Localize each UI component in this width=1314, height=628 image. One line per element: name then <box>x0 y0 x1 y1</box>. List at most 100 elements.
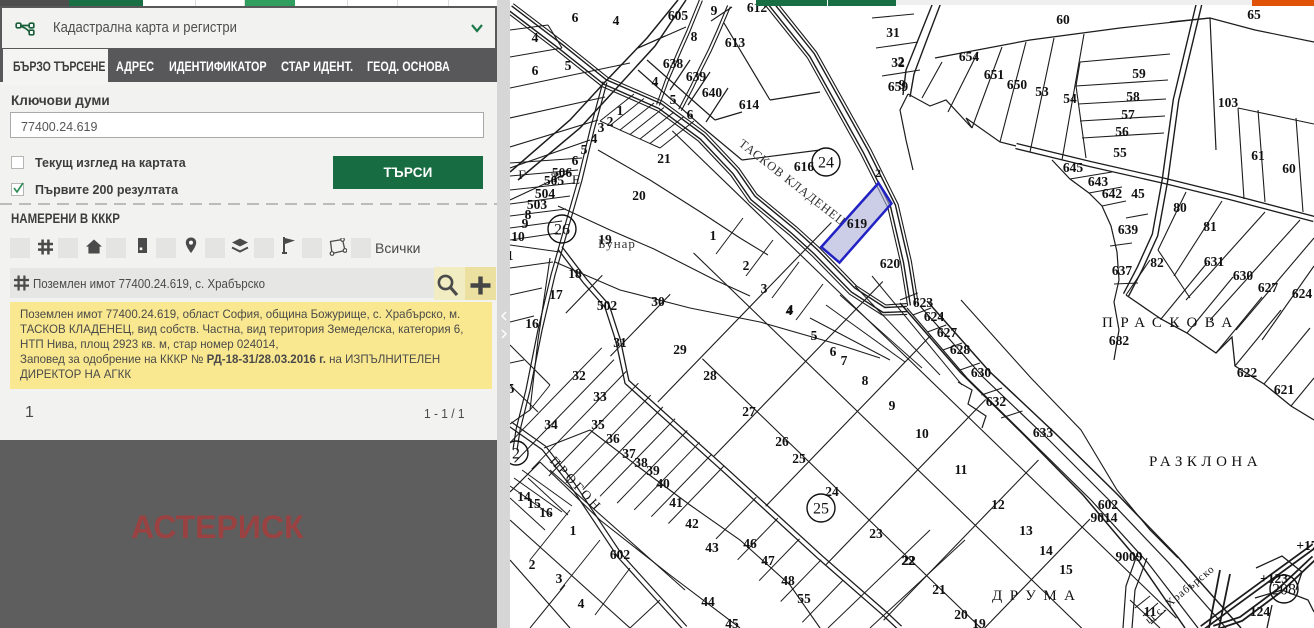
svg-text:36: 36 <box>606 431 620 446</box>
svg-text:633: 633 <box>1033 425 1054 440</box>
svg-text:4: 4 <box>578 596 585 611</box>
svg-text:6: 6 <box>572 153 579 168</box>
svg-text:631: 631 <box>1204 254 1225 269</box>
svg-text:682: 682 <box>1109 333 1130 348</box>
svg-text:Т: Т <box>551 170 559 185</box>
svg-text:44: 44 <box>701 594 715 609</box>
svg-text:ПРАСКОВА: ПРАСКОВА <box>1102 315 1240 331</box>
svg-text:Е: Е <box>572 172 580 187</box>
svg-text:Бунар: Бунар <box>598 236 636 251</box>
svg-text:28: 28 <box>703 368 717 383</box>
svg-text:3: 3 <box>556 571 563 586</box>
svg-text:24: 24 <box>818 155 834 172</box>
svg-text:56: 56 <box>1115 124 1129 139</box>
svg-text:25: 25 <box>792 451 806 466</box>
svg-text:57: 57 <box>1121 107 1135 122</box>
svg-text:82: 82 <box>1150 255 1164 270</box>
svg-text:43: 43 <box>705 540 719 555</box>
svg-text:45: 45 <box>725 616 739 628</box>
svg-text:5: 5 <box>811 328 818 343</box>
svg-text:46: 46 <box>743 536 757 551</box>
svg-text:9: 9 <box>889 398 896 413</box>
svg-text:60: 60 <box>1282 161 1296 176</box>
svg-text:48: 48 <box>781 573 795 588</box>
svg-text:14: 14 <box>1039 543 1053 558</box>
svg-text:40: 40 <box>656 476 670 491</box>
svg-text:33: 33 <box>593 389 607 404</box>
svg-text:2: 2 <box>529 557 536 572</box>
svg-text:23: 23 <box>869 526 883 541</box>
svg-text:208: 208 <box>1272 582 1296 599</box>
svg-text:ПРОГОН: ПРОГОН <box>547 453 606 515</box>
svg-text:627: 627 <box>937 325 958 340</box>
svg-text:624: 624 <box>924 309 945 324</box>
svg-text:622: 622 <box>1237 365 1258 380</box>
svg-text:7: 7 <box>841 353 848 368</box>
svg-text:637: 637 <box>1112 263 1133 278</box>
svg-text:61: 61 <box>1251 148 1265 163</box>
svg-text:27: 27 <box>742 404 756 419</box>
svg-text:103: 103 <box>1218 95 1239 110</box>
svg-text:ДРУМА: ДРУМА <box>992 588 1083 604</box>
svg-text:ТАСКОВ КЛАДЕНЕЦ: ТАСКОВ КЛАДЕНЕЦ <box>736 136 849 228</box>
svg-text:17: 17 <box>549 287 563 302</box>
svg-text:41: 41 <box>669 495 683 510</box>
svg-text:+17: +17 <box>1296 538 1314 553</box>
svg-text:3: 3 <box>598 120 605 135</box>
svg-text:4: 4 <box>532 30 539 45</box>
svg-text:8: 8 <box>862 373 869 388</box>
svg-text:4: 4 <box>591 131 598 146</box>
svg-text:22: 22 <box>901 553 915 568</box>
svg-text:11: 11 <box>955 462 968 477</box>
svg-text:502: 502 <box>597 298 618 313</box>
svg-text:613: 613 <box>725 35 746 50</box>
svg-text:щ с. Храбърско: щ с. Храбърско <box>1143 563 1217 626</box>
svg-text:630: 630 <box>971 365 992 380</box>
svg-text:10: 10 <box>915 426 929 441</box>
svg-text:13: 13 <box>1019 523 1033 538</box>
svg-text:651: 651 <box>984 67 1005 82</box>
svg-text:632: 632 <box>986 394 1007 409</box>
svg-text:81: 81 <box>1203 219 1217 234</box>
svg-text:642: 642 <box>1102 186 1123 201</box>
svg-text:2: 2 <box>512 446 520 463</box>
svg-text:9014: 9014 <box>1091 510 1118 525</box>
svg-text:80: 80 <box>1173 200 1187 215</box>
svg-text:650: 650 <box>1007 77 1028 92</box>
svg-text:9009: 9009 <box>1116 549 1143 564</box>
svg-text:5: 5 <box>565 58 572 73</box>
svg-text:638: 638 <box>663 56 684 71</box>
svg-text:2: 2 <box>898 54 905 69</box>
svg-text:602: 602 <box>610 547 631 562</box>
svg-text:30: 30 <box>651 294 665 309</box>
svg-text:2: 2 <box>875 166 881 180</box>
svg-text:621: 621 <box>1274 382 1295 397</box>
svg-text:605: 605 <box>668 8 689 23</box>
svg-text:65: 65 <box>1247 7 1261 22</box>
svg-text:628: 628 <box>950 342 971 357</box>
svg-text:55: 55 <box>797 591 811 606</box>
svg-text:26: 26 <box>554 222 570 239</box>
svg-text:620: 620 <box>880 256 901 271</box>
svg-text:645: 645 <box>1063 160 1084 175</box>
svg-text:35: 35 <box>591 417 605 432</box>
svg-text:639: 639 <box>686 69 707 84</box>
svg-text:124: 124 <box>1250 604 1271 619</box>
svg-text:5: 5 <box>670 92 677 107</box>
svg-text:18: 18 <box>568 266 582 281</box>
svg-text:34: 34 <box>544 417 558 432</box>
svg-text:47: 47 <box>761 553 775 568</box>
svg-text:21: 21 <box>932 582 946 597</box>
svg-text:4: 4 <box>652 74 659 89</box>
svg-text:54: 54 <box>1063 91 1077 106</box>
svg-text:24: 24 <box>825 484 839 499</box>
svg-text:31: 31 <box>886 25 900 40</box>
svg-text:21: 21 <box>657 151 671 166</box>
svg-text:10: 10 <box>511 229 525 244</box>
svg-text:9: 9 <box>711 3 718 18</box>
svg-text:16: 16 <box>525 316 539 331</box>
svg-text:2: 2 <box>743 258 750 273</box>
svg-text:16: 16 <box>539 505 553 520</box>
svg-text:639: 639 <box>1118 222 1139 237</box>
svg-text:616: 616 <box>794 159 815 174</box>
